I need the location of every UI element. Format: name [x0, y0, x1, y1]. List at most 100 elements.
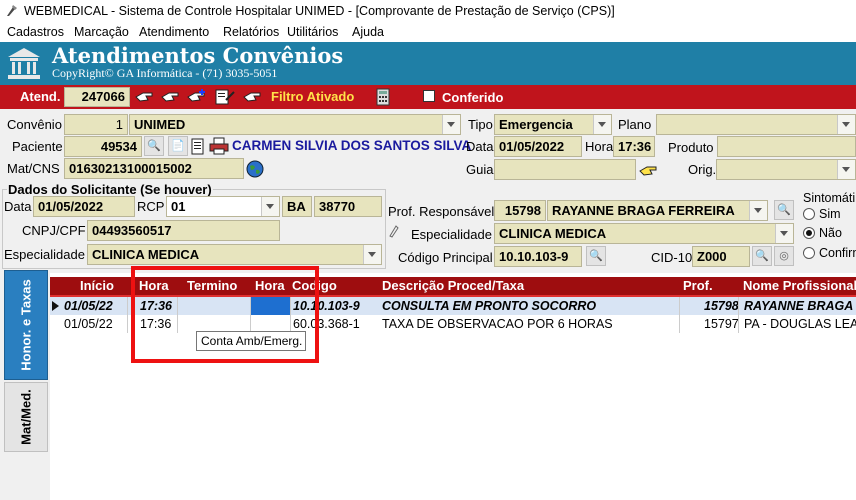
crm-number-field[interactable]: 38770 — [314, 196, 382, 217]
hand-filter-icon[interactable] — [242, 90, 262, 104]
sintomatico-confirm-radio[interactable] — [803, 247, 815, 259]
sol-data-field[interactable]: 01/05/2022 — [33, 196, 135, 217]
sol-especialidade-select[interactable]: CLINICA MEDICA — [87, 244, 382, 265]
chevron-down-icon[interactable] — [442, 115, 460, 134]
menu-cadastros[interactable]: Cadastros — [7, 22, 64, 42]
sintomatico-sim-label: Sim — [819, 207, 841, 221]
sol-data-label: Data — [4, 199, 32, 214]
column-divider — [679, 297, 680, 333]
edit-document-icon[interactable] — [214, 88, 236, 106]
record-toolbar: Atend. 247066 Filtro Ativado Conferido — [0, 85, 856, 109]
window-title: WEBMEDICAL - Sistema de Controle Hospita… — [24, 4, 615, 18]
prof-name: RAYANNE BRAGA FERREIRA — [552, 203, 735, 218]
col-descricao[interactable]: Descrição Proced/Taxa — [382, 277, 524, 295]
copyright-text: CopyRight© GA Informática - (71) 3035-50… — [52, 66, 278, 80]
building-icon — [8, 48, 40, 79]
rcp-select[interactable]: 01 — [166, 196, 280, 217]
cnpj-label: CNPJ/CPF — [22, 223, 86, 238]
cd-icon[interactable]: ◎ — [774, 246, 794, 266]
cid-label: CID-10 — [651, 250, 693, 265]
hora-field[interactable]: 17:36 — [613, 136, 655, 157]
orig-select[interactable] — [716, 159, 856, 180]
printer-icon[interactable] — [209, 137, 229, 155]
chevron-down-icon[interactable] — [837, 160, 855, 179]
menu-utilitarios[interactable]: Utilitários — [287, 22, 338, 42]
hand-pointer-icon[interactable] — [134, 90, 154, 104]
paciente-code-field[interactable]: 49534 — [64, 136, 142, 157]
cell-prof: 15798 — [704, 299, 739, 313]
highlight-box — [131, 266, 319, 363]
tab-honor-taxas[interactable]: Honor. e Taxas — [4, 270, 48, 380]
sintomatico-nao-radio[interactable] — [803, 227, 815, 239]
produto-label: Produto — [668, 140, 714, 155]
col-inicio[interactable]: Início — [80, 277, 114, 295]
convenio-select[interactable]: UNIMED — [129, 114, 461, 135]
document-icon[interactable]: 📄 — [168, 136, 188, 156]
prof-select[interactable]: RAYANNE BRAGA FERREIRA — [547, 200, 768, 221]
chevron-down-icon[interactable] — [837, 115, 855, 134]
tab-matmed-label: Mat/Med. — [18, 389, 34, 445]
conferido-checkbox[interactable] — [423, 90, 435, 102]
window-title-bar: WEBMEDICAL - Sistema de Controle Hospita… — [0, 0, 856, 22]
convenio-label: Convênio — [7, 117, 62, 132]
chevron-down-icon[interactable] — [363, 245, 381, 264]
sintomatico-sim-radio[interactable] — [803, 208, 815, 220]
col-nome[interactable]: Nome Profissional — [743, 277, 856, 295]
binoculars-icon[interactable]: 🔍 — [586, 246, 606, 266]
prof-responsavel-label: Prof. Responsável — [388, 204, 495, 219]
cid-field[interactable]: Z000 — [692, 246, 750, 267]
sintomatico-nao-label: Não — [819, 226, 842, 240]
tab-honor-taxas-label: Honor. e Taxas — [18, 279, 34, 371]
sintomatico-confirm-label: Confirm — [819, 246, 856, 260]
plano-select[interactable] — [656, 114, 856, 135]
data-label: Data — [466, 139, 494, 154]
chevron-down-icon[interactable] — [775, 224, 793, 243]
col-prof[interactable]: Prof. — [683, 277, 713, 295]
atend-number-field[interactable]: 247066 — [64, 87, 130, 107]
chevron-down-icon[interactable] — [593, 115, 611, 134]
binoculars-icon[interactable]: 🔍 — [752, 246, 772, 266]
produto-field[interactable] — [717, 136, 856, 157]
cell-inicio: 01/05/22 — [64, 299, 113, 313]
matcns-field[interactable]: 01630213100015002 — [64, 158, 244, 179]
codigo-principal-field[interactable]: 10.10.103-9 — [494, 246, 582, 267]
convenio-code-field[interactable]: 1 — [64, 114, 128, 135]
row-pointer-icon — [52, 301, 59, 311]
guia-field[interactable] — [494, 159, 636, 180]
binoculars-icon[interactable]: 🔍 — [774, 200, 794, 220]
cnpj-field[interactable]: 04493560517 — [87, 220, 280, 241]
uf-field[interactable]: BA — [282, 196, 312, 217]
sintomatico-title: Sintomáti — [803, 191, 856, 205]
hand-pointer-icon-3[interactable] — [638, 164, 658, 178]
matcns-label: Mat/CNS — [7, 161, 60, 176]
tipo-label: Tipo — [468, 117, 493, 132]
hora-label: Hora — [585, 139, 614, 154]
menu-marcacao[interactable]: Marcação — [74, 22, 129, 42]
convenio-name: UNIMED — [134, 117, 186, 132]
card-file-icon[interactable] — [190, 136, 206, 156]
calculator-icon[interactable] — [376, 88, 390, 106]
menu-bar: Cadastros Marcação Atendimento Relatório… — [0, 22, 856, 42]
cell-nome: PA - DOUGLAS LEAN — [744, 317, 856, 331]
chevron-down-icon[interactable] — [749, 201, 767, 220]
tipo-select[interactable]: Emergencia — [494, 114, 612, 135]
globe-icon[interactable] — [246, 160, 264, 178]
tab-matmed[interactable]: Mat/Med. — [4, 382, 48, 452]
resp-especialidade-select[interactable]: CLINICA MEDICA — [494, 223, 794, 244]
menu-relatorios[interactable]: Relatórios — [223, 22, 279, 42]
hand-add-icon[interactable] — [186, 89, 208, 105]
column-divider — [127, 297, 128, 333]
column-divider — [738, 297, 739, 333]
menu-atendimento[interactable]: Atendimento — [139, 22, 209, 42]
rcp-value: 01 — [171, 199, 186, 214]
filter-status: Filtro Ativado — [271, 89, 355, 104]
binoculars-icon[interactable]: 🔍 — [144, 136, 164, 156]
tipo-value: Emergencia — [499, 117, 573, 132]
menu-ajuda[interactable]: Ajuda — [352, 22, 384, 42]
prof-code-field[interactable]: 15798 — [494, 200, 546, 221]
rcp-label: RCP — [137, 199, 165, 214]
data-field[interactable]: 01/05/2022 — [494, 136, 582, 157]
header-banner: Atendimentos Convênios CopyRight© GA Inf… — [0, 42, 856, 85]
hand-pointer-icon-2[interactable] — [160, 90, 180, 104]
chevron-down-icon[interactable] — [261, 197, 279, 216]
